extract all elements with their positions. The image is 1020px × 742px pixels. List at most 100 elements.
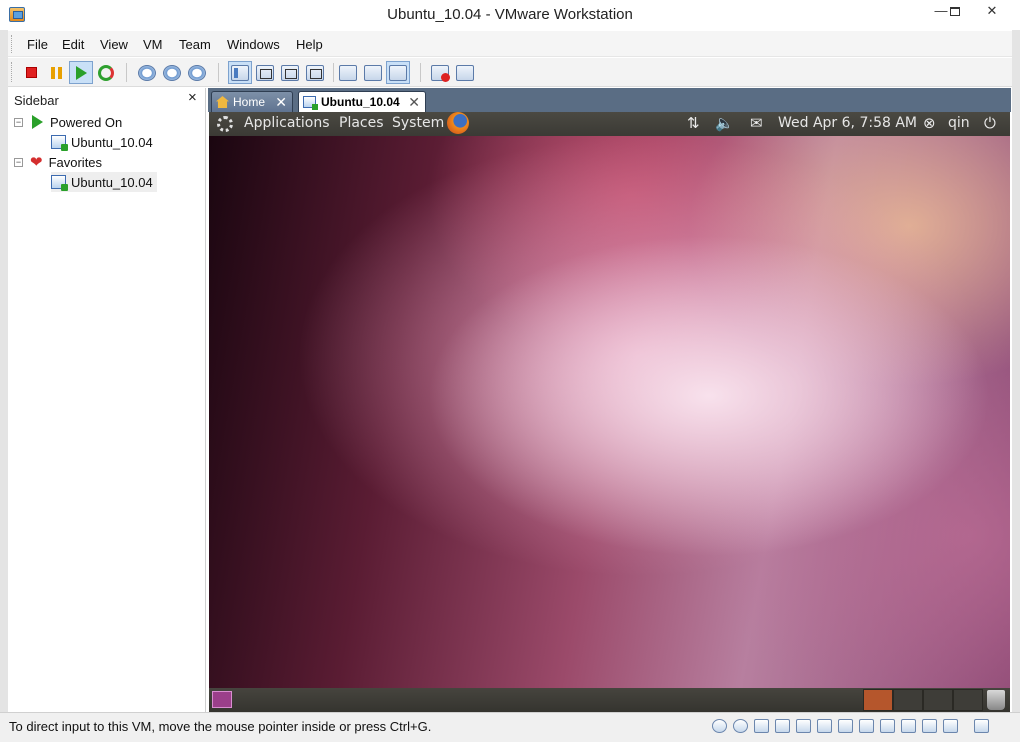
- device-extra-icon[interactable]: [943, 719, 958, 733]
- guest-username[interactable]: qin: [948, 115, 970, 131]
- display-icon[interactable]: [859, 719, 874, 733]
- console-view-button[interactable]: [336, 61, 360, 84]
- close-button[interactable]: ✕: [972, 0, 1012, 22]
- thumbnail-view-button[interactable]: [386, 61, 410, 84]
- toolbar-separator: [420, 63, 421, 82]
- power-on-button[interactable]: [69, 61, 93, 84]
- menu-grip[interactable]: [11, 35, 14, 53]
- revert-snapshot-icon: [163, 64, 181, 81]
- tab-close-icon[interactable]: ✕: [275, 94, 287, 111]
- mail-icon[interactable]: ✉: [750, 114, 763, 132]
- menu-team[interactable]: Team: [179, 37, 211, 52]
- console-view-icon: [339, 64, 357, 81]
- full-screen-button[interactable]: [278, 61, 302, 84]
- vm-icon: [303, 96, 318, 110]
- workspace-3[interactable]: [923, 689, 953, 711]
- power-off-button[interactable]: [19, 61, 43, 84]
- summary-view-button[interactable]: [361, 61, 385, 84]
- floppy-icon[interactable]: [754, 719, 769, 733]
- toolbar-separator: [333, 63, 334, 82]
- quick-switch-button[interactable]: [253, 61, 277, 84]
- guest-top-panel: Applications Places System ⇅ 🔈 ✉ Wed Apr…: [209, 112, 1010, 136]
- menu-file[interactable]: File: [27, 37, 48, 52]
- menu-edit[interactable]: Edit: [62, 37, 84, 52]
- quick-switch-icon: [256, 64, 274, 81]
- sidebar-close-icon[interactable]: ×: [188, 89, 197, 106]
- guest-menu-system[interactable]: System: [392, 115, 444, 131]
- window-title: Ubuntu_10.04 - VMware Workstation: [387, 6, 633, 23]
- sidebar-group-label: Powered On: [50, 114, 123, 130]
- usb-icon[interactable]: [796, 719, 811, 733]
- menu-windows[interactable]: Windows: [227, 37, 280, 52]
- menu-vm[interactable]: VM: [143, 37, 163, 52]
- power-on-icon: [75, 65, 87, 80]
- hard-disk-icon[interactable]: [712, 719, 727, 733]
- show-desktop-icon[interactable]: [212, 691, 232, 708]
- sound-icon[interactable]: [817, 719, 832, 733]
- thumbnail-view-icon: [389, 64, 407, 81]
- sidebar: Sidebar × − Powered On Ubuntu_10.04 − ❤ …: [8, 88, 206, 712]
- toolbar-grip[interactable]: [11, 62, 14, 82]
- vm-console[interactable]: Applications Places System ⇅ 🔈 ✉ Wed Apr…: [209, 112, 1010, 712]
- volume-icon[interactable]: 🔈: [715, 114, 734, 132]
- revert-snapshot-button[interactable]: [160, 61, 184, 84]
- menu-help[interactable]: Help: [296, 37, 323, 52]
- tab-bar: Home ✕ Ubuntu_10.04 ✕: [208, 88, 1011, 112]
- workspace-1[interactable]: [863, 689, 893, 711]
- tab-home[interactable]: Home ✕: [211, 91, 293, 112]
- tab-close-icon[interactable]: ✕: [408, 94, 420, 111]
- guest-menu-applications[interactable]: Applications: [244, 115, 330, 131]
- title-bar: Ubuntu_10.04 - VMware Workstation — ✕: [0, 0, 1020, 30]
- sidebar-item-ubuntu-powered-on[interactable]: Ubuntu_10.04: [51, 132, 153, 152]
- network-icon[interactable]: [775, 719, 790, 733]
- fullscreen-icon[interactable]: [974, 719, 989, 733]
- collapse-favorites-icon[interactable]: −: [14, 158, 23, 167]
- toolbar-separator: [126, 63, 127, 82]
- show-sidebar-button[interactable]: [228, 61, 252, 84]
- desktop-wallpaper[interactable]: [209, 136, 1010, 688]
- tab-label: Home: [233, 95, 266, 109]
- toolbar: [8, 58, 1012, 87]
- snapshot-manager-icon: [188, 64, 206, 81]
- replay-button[interactable]: [453, 61, 477, 84]
- window-frame-left: [0, 30, 8, 742]
- window-frame-right: [1012, 30, 1020, 742]
- heart-icon: ❤: [30, 153, 43, 171]
- printer-icon[interactable]: [838, 719, 853, 733]
- toolbar-separator: [218, 63, 219, 82]
- network-updown-icon[interactable]: ⇅: [687, 114, 700, 132]
- trash-icon[interactable]: [987, 690, 1005, 710]
- sidebar-group-powered-on[interactable]: Powered On: [32, 112, 122, 132]
- vm-icon: [51, 135, 68, 151]
- workspace-4[interactable]: [953, 689, 983, 711]
- bluetooth-icon[interactable]: [901, 719, 916, 733]
- sidebar-group-label: Favorites: [48, 154, 103, 170]
- record-button[interactable]: [428, 61, 452, 84]
- unity-button[interactable]: [303, 61, 327, 84]
- summary-view-icon: [364, 64, 382, 81]
- guest-menu-places[interactable]: Places: [339, 115, 384, 131]
- maximize-button[interactable]: [942, 0, 968, 22]
- snapshot-manager-button[interactable]: [185, 61, 209, 84]
- serial-icon[interactable]: [880, 719, 895, 733]
- guest-clock[interactable]: Wed Apr 6, 7:58 AM: [778, 115, 917, 131]
- unity-icon: [306, 64, 324, 81]
- close-icon: ✕: [986, 3, 998, 18]
- firefox-icon[interactable]: [447, 112, 469, 134]
- sidebar-group-favorites[interactable]: ❤ Favorites: [30, 152, 102, 172]
- menu-view[interactable]: View: [100, 37, 128, 52]
- user-status-icon[interactable]: ⊗: [923, 114, 936, 132]
- snapshot-button[interactable]: [135, 61, 159, 84]
- power-icon[interactable]: ⏻: [984, 114, 996, 132]
- tab-ubuntu[interactable]: Ubuntu_10.04 ✕: [298, 91, 426, 112]
- vm-icon: [51, 175, 68, 191]
- sidebar-item-ubuntu-favorites[interactable]: Ubuntu_10.04: [51, 172, 157, 192]
- suspend-button[interactable]: [44, 61, 68, 84]
- cd-icon[interactable]: [733, 719, 748, 733]
- reset-button[interactable]: [94, 61, 118, 84]
- workspace-2[interactable]: [893, 689, 923, 711]
- ubuntu-logo-icon[interactable]: [217, 116, 233, 132]
- sidebar-item-label: Ubuntu_10.04: [71, 134, 153, 150]
- collapse-powered-on-icon[interactable]: −: [14, 118, 23, 127]
- message-icon[interactable]: [922, 719, 937, 733]
